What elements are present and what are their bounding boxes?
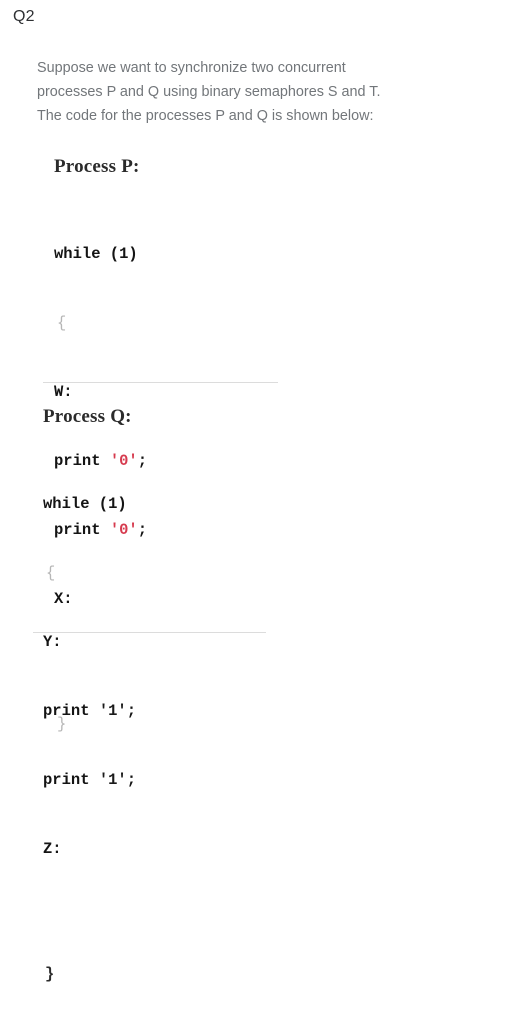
code-spacer bbox=[43, 907, 136, 917]
code-line-while: while (1) bbox=[43, 495, 127, 513]
string-literal: '1' bbox=[98, 702, 127, 720]
code-line-print-2: print '1'; bbox=[43, 769, 136, 792]
code-close-brace: } bbox=[45, 965, 55, 983]
process-p-title: Process P: bbox=[54, 156, 140, 177]
section-divider-bottom bbox=[33, 632, 266, 633]
print-keyword: print bbox=[43, 702, 99, 720]
process-q-title: Process Q: bbox=[43, 406, 132, 427]
semicolon: ; bbox=[137, 521, 148, 539]
process-q-block: Process Q: while (1) { Y: print '1'; pri… bbox=[43, 407, 136, 1032]
code-label-w: W: bbox=[54, 383, 73, 401]
code-open-brace: { bbox=[46, 564, 56, 582]
question-prompt: Suppose we want to synchronize two concu… bbox=[37, 60, 381, 125]
process-q-code: while (1) { Y: print '1'; print '1'; Z: … bbox=[43, 447, 136, 1032]
code-line-while: while (1) bbox=[54, 245, 138, 263]
code-line-print-1: print '1'; bbox=[43, 700, 136, 723]
print-keyword: print bbox=[43, 771, 99, 789]
semicolon: ; bbox=[126, 702, 137, 720]
section-divider-top bbox=[43, 382, 278, 383]
string-literal: '1' bbox=[98, 771, 127, 789]
question-number: Q2 bbox=[13, 8, 35, 25]
semicolon: ; bbox=[126, 771, 137, 789]
semicolon: ; bbox=[137, 452, 148, 470]
code-label-z: Z: bbox=[43, 840, 62, 858]
code-label-y: Y: bbox=[43, 633, 62, 651]
question-page: Q2 Suppose we want to synchronize two co… bbox=[0, 0, 507, 983]
code-open-brace: { bbox=[57, 314, 67, 332]
